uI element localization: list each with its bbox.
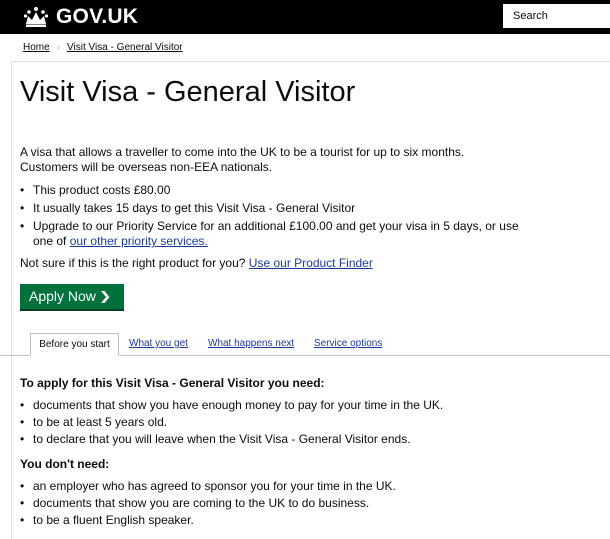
list-item: to declare that you will leave when the …	[20, 432, 520, 447]
list-item: documents that show you are coming to th…	[20, 496, 520, 511]
crown-icon	[23, 7, 49, 27]
breadcrumb-home-link[interactable]: Home	[23, 42, 50, 54]
breadcrumb-divider	[11, 61, 610, 62]
list-item: to be a fluent English speaker.	[20, 513, 520, 528]
list-item: to be at least 5 years old.	[20, 415, 520, 430]
breadcrumb-current-link[interactable]: Visit Visa - General Visitor	[67, 42, 183, 54]
breadcrumb-separator-icon: ›	[56, 42, 61, 53]
search-input[interactable]	[503, 4, 610, 28]
not-required-heading: You don't need:	[20, 457, 110, 471]
fact-cost: This product costs £80.00	[20, 183, 520, 198]
breadcrumb: Home › Visit Visa - General Visitor	[23, 42, 183, 54]
priority-services-link[interactable]: our other priority services.	[70, 234, 208, 248]
tab-service-options[interactable]: Service options	[314, 333, 382, 356]
tab-what-you-get[interactable]: What you get	[129, 333, 188, 356]
requirements-list: documents that show you have enough mone…	[20, 398, 520, 449]
not-required-list: an employer who has agreed to sponsor yo…	[20, 479, 520, 530]
product-finder-link[interactable]: Use our Product Finder	[249, 256, 373, 270]
list-item: documents that show you have enough mone…	[20, 398, 520, 413]
list-item: an employer who has agreed to sponsor yo…	[20, 479, 520, 494]
tab-what-happens-next[interactable]: What happens next	[208, 333, 294, 356]
product-finder-prompt: Not sure if this is the right product fo…	[20, 256, 373, 270]
chevron-right-icon	[100, 290, 110, 303]
apply-now-button[interactable]: Apply Now	[20, 284, 124, 309]
tab-before-you-start[interactable]: Before you start	[30, 333, 119, 356]
site-header: GOV.UK	[0, 0, 610, 34]
page-title: Visit Visa - General Visitor	[20, 76, 356, 108]
logo-text: GOV.UK	[56, 5, 139, 28]
govuk-logo-link[interactable]: GOV.UK	[23, 5, 138, 29]
content-left-border	[11, 61, 12, 539]
requirements-heading: To apply for this Visit Visa - General V…	[20, 376, 325, 390]
product-facts-list: This product costs £80.00 It usually tak…	[20, 183, 520, 252]
fact-processing-time: It usually takes 15 days to get this Vis…	[20, 201, 520, 216]
intro-text: A visa that allows a traveller to come i…	[20, 145, 465, 174]
fact-priority-service: Upgrade to our Priority Service for an a…	[20, 219, 520, 249]
